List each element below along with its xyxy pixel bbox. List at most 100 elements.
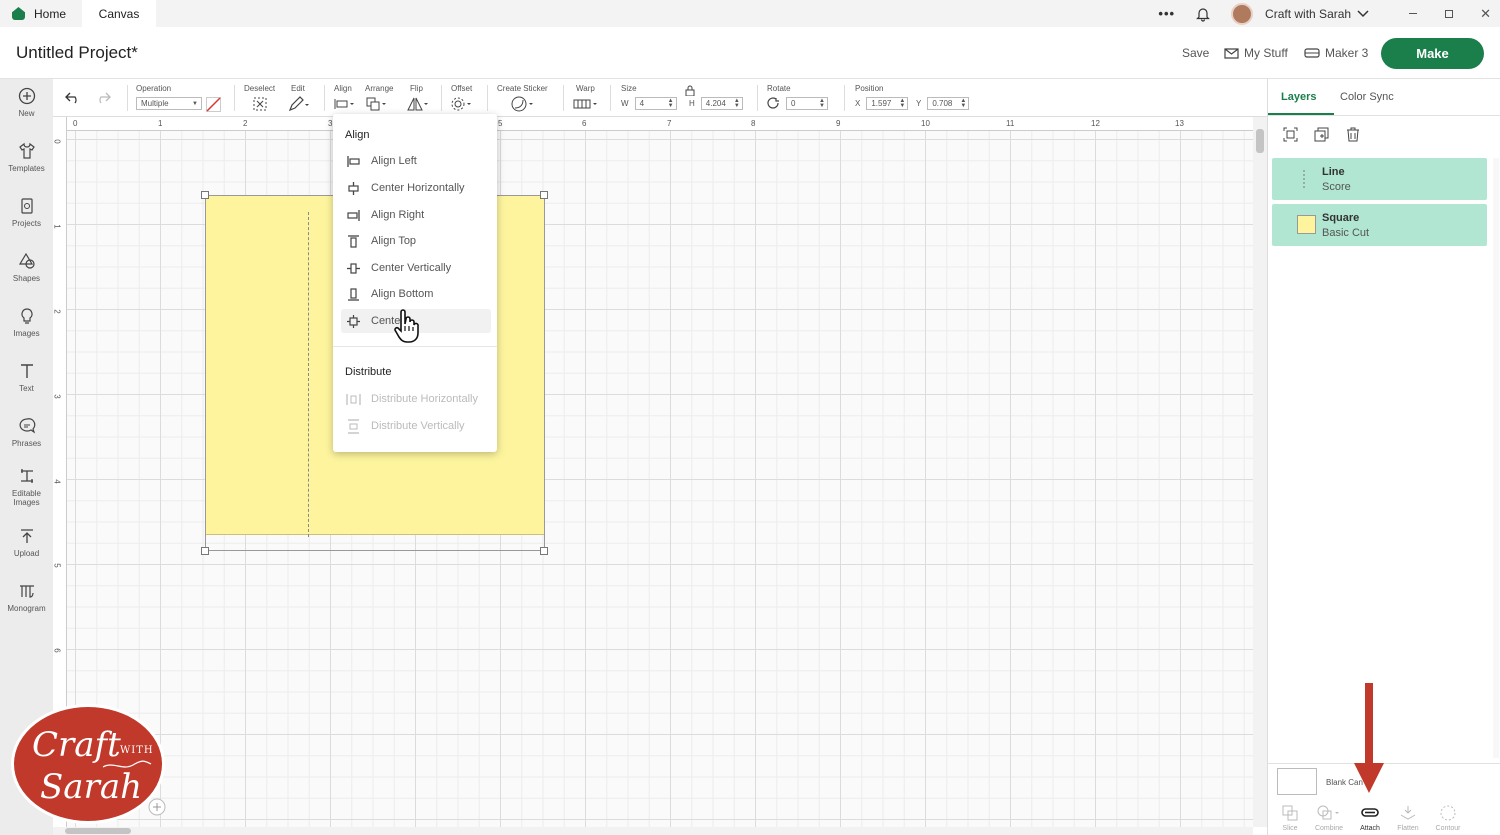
align-top-option[interactable]: Align Top [341, 229, 491, 253]
make-button[interactable]: Make [1381, 38, 1484, 69]
ruler-number: 5 [498, 119, 503, 128]
arrange-icon[interactable] [366, 97, 388, 111]
horizontal-scrollbar[interactable] [53, 827, 1253, 835]
shapes-icon [18, 252, 35, 269]
distribute-heading: Distribute [345, 366, 392, 378]
center-vertically-option[interactable]: Center Vertically [341, 256, 491, 280]
option-label: Distribute Vertically [371, 420, 465, 432]
align-bottom-icon [348, 287, 359, 301]
y-field[interactable]: Y 0.708 ▲ ▼ [916, 97, 970, 110]
scroll-thumb[interactable] [65, 828, 131, 834]
tab-home[interactable]: Home [0, 0, 82, 27]
monogram-icon [19, 585, 34, 598]
resize-handle[interactable] [540, 547, 548, 555]
sidebar-item-shapes[interactable]: Shapes [0, 252, 53, 283]
no-color-swatch[interactable] [206, 97, 221, 112]
sidebar-item-upload[interactable]: Upload [0, 527, 53, 558]
sidebar-item-templates[interactable]: Templates [0, 142, 53, 173]
flatten-button[interactable]: Flatten [1393, 805, 1423, 832]
attach-button[interactable]: Attach [1355, 805, 1385, 832]
panel-scrollbar[interactable] [1493, 158, 1499, 758]
layer-name: Square [1322, 212, 1360, 224]
tab-color-sync[interactable]: Color Sync [1340, 91, 1394, 103]
layer-name: Line [1322, 166, 1345, 178]
operation-select[interactable]: Multiple ▼ [136, 97, 202, 110]
combine-label: Combine [1314, 825, 1343, 832]
tab-canvas[interactable]: Canvas [82, 0, 156, 27]
combine-button[interactable]: Combine [1314, 805, 1344, 832]
distribute-horizontally-icon [346, 393, 361, 405]
sidebar-item-projects[interactable]: Projects [0, 197, 53, 228]
group-icon[interactable] [1283, 127, 1298, 142]
scroll-thumb[interactable] [1256, 129, 1264, 153]
sidebar-item-images[interactable]: Images [0, 307, 53, 338]
ruler-number: 0 [53, 139, 62, 144]
sidebar-item-editable-images[interactable]: Editable Images [0, 467, 53, 507]
y-value: 0.708 [932, 99, 953, 108]
slice-button[interactable]: Slice [1275, 805, 1305, 832]
sidebar-item-new[interactable]: New [0, 87, 53, 118]
align-right-icon [347, 209, 360, 221]
flatten-label: Flatten [1397, 825, 1419, 832]
minimize-button[interactable] [1409, 13, 1418, 14]
delete-icon[interactable] [1346, 127, 1360, 142]
align-right-option[interactable]: Align Right [341, 203, 491, 227]
rotate-field[interactable]: 0 ▲ ▼ [767, 97, 828, 110]
ruler-number: 13 [1175, 119, 1184, 128]
redo-icon[interactable] [95, 92, 111, 104]
align-left-icon [347, 155, 360, 167]
height-field[interactable]: H 4.204 ▲ ▼ [689, 97, 743, 110]
distribute-vertically-option[interactable]: Distribute Vertically [341, 414, 491, 438]
option-label: Center Horizontally [371, 182, 465, 194]
tab-layers[interactable]: Layers [1281, 91, 1316, 103]
restore-button[interactable] [1445, 9, 1454, 18]
sticker-icon[interactable] [511, 96, 535, 112]
bell-icon[interactable] [1195, 6, 1211, 22]
close-button[interactable]: ✕ [1480, 6, 1491, 22]
chevron-down-icon[interactable] [1357, 9, 1369, 19]
sidebar-label: Text [19, 384, 34, 393]
option-label: Distribute Horizontally [371, 393, 478, 405]
project-title[interactable]: Untitled Project* [16, 43, 138, 63]
resize-handle[interactable] [201, 547, 209, 555]
center-horizontally-option[interactable]: Center Horizontally [341, 176, 491, 200]
stepper-icon: ▲ ▼ [819, 97, 825, 109]
blank-canvas-thumbnail[interactable] [1277, 768, 1317, 795]
deselect-icon[interactable] [252, 96, 268, 112]
square-swatch [1297, 215, 1316, 234]
align-left-option[interactable]: Align Left [341, 149, 491, 173]
duplicate-icon[interactable] [1314, 127, 1329, 142]
sidebar-item-phrases[interactable]: Phrases [0, 417, 53, 448]
sidebar-item-monogram[interactable]: Monogram [0, 582, 53, 613]
ruler-number: 2 [53, 309, 62, 314]
machine-selector[interactable]: Maker 3 [1304, 46, 1368, 60]
pencil-icon[interactable] [288, 96, 310, 112]
lock-icon[interactable] [685, 85, 695, 96]
ruler-number: 3 [328, 119, 333, 128]
align-icon[interactable] [334, 98, 356, 110]
user-name[interactable]: Craft with Sarah [1265, 7, 1351, 21]
offset-icon[interactable] [451, 96, 473, 112]
resize-handle[interactable] [201, 191, 209, 199]
avatar[interactable] [1231, 2, 1254, 25]
vertical-scrollbar[interactable] [1253, 117, 1267, 827]
contour-button[interactable]: Contour [1433, 805, 1463, 832]
sidebar-item-text[interactable]: Text [0, 362, 53, 393]
distribute-horizontally-option[interactable]: Distribute Horizontally [341, 387, 491, 411]
zoom-in-icon[interactable] [148, 798, 166, 816]
center-vertically-icon [347, 262, 360, 274]
x-field[interactable]: X 1.597 ▲ ▼ [855, 97, 909, 110]
layer-item-square[interactable]: Square Basic Cut [1272, 204, 1487, 246]
flip-icon[interactable] [407, 97, 429, 111]
save-button[interactable]: Save [1182, 46, 1209, 60]
text-icon [20, 364, 33, 378]
align-bottom-option[interactable]: Align Bottom [341, 282, 491, 306]
my-stuff-button[interactable]: My Stuff [1224, 46, 1288, 60]
more-options-button[interactable]: ••• [1158, 6, 1175, 21]
ruler-number: 9 [836, 119, 841, 128]
undo-icon[interactable] [65, 92, 81, 104]
layer-item-line[interactable]: Line Score [1272, 158, 1487, 200]
resize-handle[interactable] [540, 191, 548, 199]
warp-icon[interactable] [573, 98, 599, 110]
width-field[interactable]: W 4 ▲ ▼ [621, 97, 677, 110]
